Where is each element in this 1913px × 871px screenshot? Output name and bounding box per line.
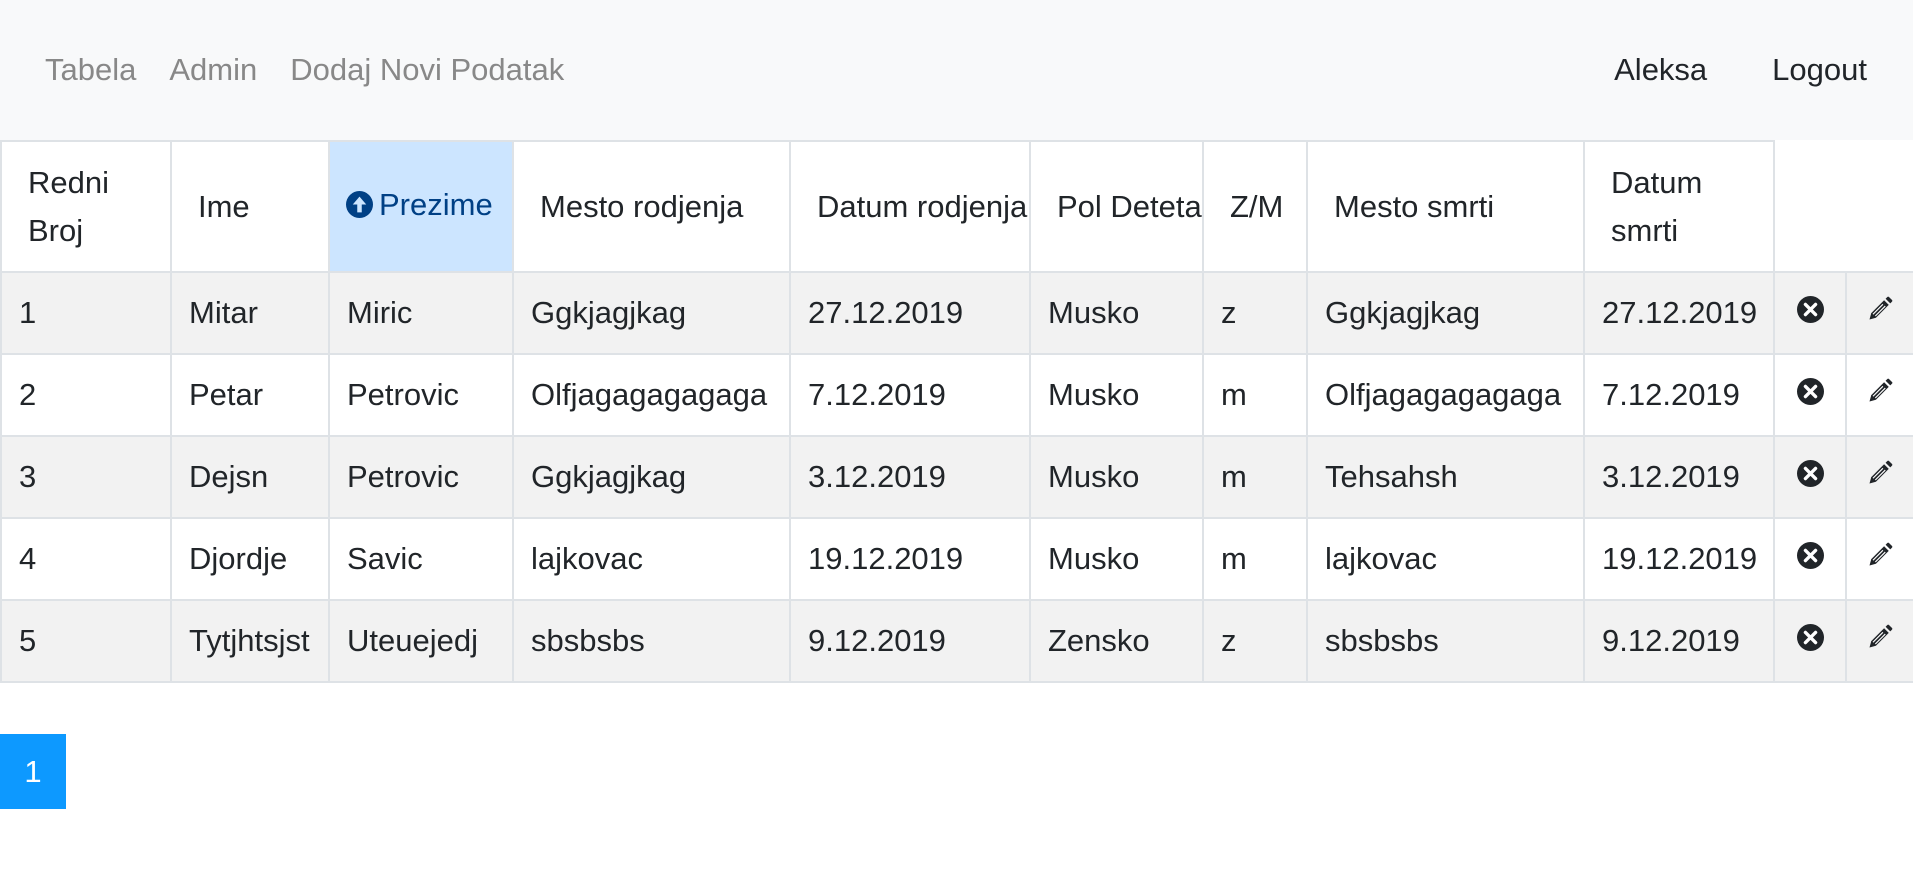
cell-pol-deteta: Zensko: [1029, 599, 1204, 683]
cell-z-m: m: [1202, 517, 1308, 601]
cell-mesto-rodjenja: sbsbsbs: [512, 599, 791, 683]
logout-link[interactable]: Logout: [1772, 52, 1867, 88]
cell-prezime: Petrovic: [328, 435, 514, 519]
edit-icon: [1866, 541, 1894, 576]
sort-ascending-icon: [346, 184, 373, 232]
cell-redni-broj: 5: [0, 599, 172, 683]
cell-datum-rodjenja: 3.12.2019: [789, 435, 1031, 519]
cell-mesto-smrti: Olfjagagagagaga: [1306, 353, 1585, 437]
nav-link-admin[interactable]: Admin: [169, 52, 257, 88]
column-header-ime[interactable]: Ime: [170, 140, 330, 273]
table-row: 1 Mitar Miric Ggkjagjkag 27.12.2019 Musko z Ggk…: [0, 271, 1913, 355]
cell-datum-smrti: 19.12.2019: [1583, 517, 1775, 601]
column-header-pol-deteta[interactable]: Pol Deteta: [1029, 140, 1204, 273]
delete-button[interactable]: [1773, 435, 1847, 519]
cell-pol-deteta: Musko: [1029, 435, 1204, 519]
page-button-1[interactable]: 1: [0, 734, 66, 809]
cell-prezime: Petrovic: [328, 353, 514, 437]
cell-z-m: z: [1202, 599, 1308, 683]
cell-ime: Mitar: [170, 271, 330, 355]
edit-button[interactable]: [1845, 353, 1913, 437]
cell-ime: Tytjhtsjst: [170, 599, 330, 683]
nav-user-area: Aleksa Logout: [1549, 52, 1867, 88]
edit-button[interactable]: [1845, 435, 1913, 519]
cell-pol-deteta: Musko: [1029, 271, 1204, 355]
table-row: 4 Djordje Savic lajkovac 19.12.2019 Musko m laj…: [0, 517, 1913, 601]
cell-z-m: m: [1202, 353, 1308, 437]
delete-button[interactable]: [1773, 353, 1847, 437]
pagination: 1: [0, 734, 1913, 809]
data-table: Redni Broj Ime Prezime Mesto rodjenja Da…: [0, 140, 1913, 683]
edit-button[interactable]: [1845, 271, 1913, 355]
cell-z-m: m: [1202, 435, 1308, 519]
delete-icon: [1796, 623, 1824, 658]
cell-prezime: Savic: [328, 517, 514, 601]
column-header-datum-smrti[interactable]: Datum smrti: [1583, 140, 1775, 273]
cell-mesto-rodjenja: Olfjagagagagaga: [512, 353, 791, 437]
delete-icon: [1796, 377, 1824, 412]
edit-icon: [1866, 459, 1894, 494]
table-header-row: Redni Broj Ime Prezime Mesto rodjenja Da…: [0, 140, 1913, 273]
cell-mesto-smrti: sbsbsbs: [1306, 599, 1585, 683]
column-header-z-m[interactable]: Z/M: [1202, 140, 1308, 273]
table-row: 3 Dejsn Petrovic Ggkjagjkag 3.12.2019 Musko m T…: [0, 435, 1913, 519]
cell-redni-broj: 2: [0, 353, 172, 437]
table-row: 2 Petar Petrovic Olfjagagagagaga 7.12.2019 Mu…: [0, 353, 1913, 437]
column-header-mesto-rodjenja[interactable]: Mesto rodjenja: [512, 140, 791, 273]
user-name-link[interactable]: Aleksa: [1614, 52, 1707, 88]
nav-link-tabela[interactable]: Tabela: [45, 52, 136, 88]
edit-button[interactable]: [1845, 517, 1913, 601]
cell-datum-rodjenja: 9.12.2019: [789, 599, 1031, 683]
cell-mesto-smrti: Tehsahsh: [1306, 435, 1585, 519]
cell-datum-smrti: 27.12.2019: [1583, 271, 1775, 355]
delete-button[interactable]: [1773, 599, 1847, 683]
delete-icon: [1796, 459, 1824, 494]
cell-datum-rodjenja: 7.12.2019: [789, 353, 1031, 437]
cell-datum-smrti: 7.12.2019: [1583, 353, 1775, 437]
actions-header-blank: [1773, 141, 1913, 273]
edit-icon: [1866, 623, 1894, 658]
edit-button[interactable]: [1845, 599, 1913, 683]
cell-datum-rodjenja: 19.12.2019: [789, 517, 1031, 601]
cell-pol-deteta: Musko: [1029, 353, 1204, 437]
nav-link-dodaj-novi-podatak[interactable]: Dodaj Novi Podatak: [290, 52, 564, 88]
cell-ime: Petar: [170, 353, 330, 437]
cell-ime: Djordje: [170, 517, 330, 601]
column-header-redni-broj[interactable]: Redni Broj: [0, 140, 172, 273]
cell-redni-broj: 4: [0, 517, 172, 601]
column-header-datum-rodjenja[interactable]: Datum rodjenja: [789, 140, 1031, 273]
cell-prezime: Uteuejedj: [328, 599, 514, 683]
cell-mesto-rodjenja: Ggkjagjkag: [512, 435, 791, 519]
delete-button[interactable]: [1773, 271, 1847, 355]
nav-links: Tabela Admin Dodaj Novi Podatak: [45, 52, 597, 88]
cell-mesto-smrti: lajkovac: [1306, 517, 1585, 601]
delete-button[interactable]: [1773, 517, 1847, 601]
column-header-prezime-label: Prezime: [379, 187, 493, 222]
cell-mesto-rodjenja: Ggkjagjkag: [512, 271, 791, 355]
cell-z-m: z: [1202, 271, 1308, 355]
cell-mesto-smrti: Ggkjagjkag: [1306, 271, 1585, 355]
navbar: Tabela Admin Dodaj Novi Podatak Aleksa L…: [0, 0, 1913, 140]
cell-pol-deteta: Musko: [1029, 517, 1204, 601]
delete-icon: [1796, 541, 1824, 576]
cell-datum-smrti: 9.12.2019: [1583, 599, 1775, 683]
cell-prezime: Miric: [328, 271, 514, 355]
column-header-prezime[interactable]: Prezime: [328, 140, 514, 273]
edit-icon: [1866, 295, 1894, 330]
table-body: 1 Mitar Miric Ggkjagjkag 27.12.2019 Musko z Ggk…: [0, 271, 1913, 683]
cell-redni-broj: 1: [0, 271, 172, 355]
delete-icon: [1796, 295, 1824, 330]
cell-datum-smrti: 3.12.2019: [1583, 435, 1775, 519]
cell-ime: Dejsn: [170, 435, 330, 519]
cell-mesto-rodjenja: lajkovac: [512, 517, 791, 601]
column-header-mesto-smrti[interactable]: Mesto smrti: [1306, 140, 1585, 273]
cell-redni-broj: 3: [0, 435, 172, 519]
cell-datum-rodjenja: 27.12.2019: [789, 271, 1031, 355]
table-row: 5 Tytjhtsjst Uteuejedj sbsbsbs 9.12.2019 Zens…: [0, 599, 1913, 683]
edit-icon: [1866, 377, 1894, 412]
